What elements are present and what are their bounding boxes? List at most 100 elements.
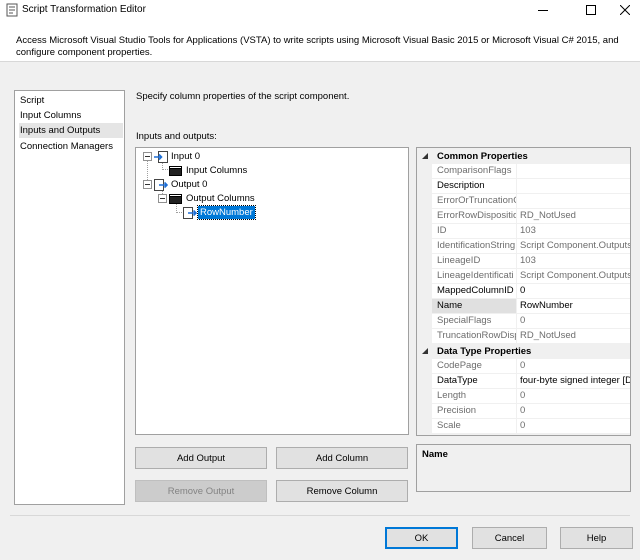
minimize-button[interactable] [523, 0, 563, 20]
property-name[interactable]: SpecialFlags [432, 314, 517, 329]
property-name[interactable]: Length [432, 389, 517, 404]
add-column-button[interactable]: Add Column [276, 447, 408, 469]
property-value[interactable]: RowNumber [517, 299, 630, 314]
collapse-icon[interactable] [158, 194, 167, 203]
property-name[interactable]: Name [432, 299, 517, 314]
columns-folder-icon [169, 194, 182, 204]
property-value[interactable]: 0 [517, 389, 630, 404]
property-row[interactable]: CodePage 0 [432, 359, 630, 374]
property-row[interactable]: IdentificationString Script Component.Out… [432, 239, 630, 254]
header-panel: Access Microsoft Visual Studio Tools for… [0, 20, 640, 62]
property-row[interactable]: SpecialFlags 0 [432, 314, 630, 329]
tree-node-input-0[interactable]: Input 0 [169, 150, 202, 163]
property-name[interactable]: Scale [432, 419, 517, 434]
inputs-outputs-label: Inputs and outputs: [136, 131, 217, 142]
property-value[interactable] [517, 179, 630, 194]
property-name[interactable]: TruncationRowDisp [432, 329, 517, 344]
nav-item-script[interactable]: Script [19, 93, 123, 108]
collapse-icon[interactable] [143, 180, 152, 189]
property-name[interactable]: Description [432, 179, 517, 194]
property-row[interactable]: LineageIdentificati Script Component.Outp… [432, 269, 630, 284]
property-value[interactable]: 0 [517, 404, 630, 419]
property-value[interactable]: 0 [517, 284, 630, 299]
property-value[interactable] [517, 194, 630, 209]
property-row[interactable]: DataTypefour-byte signed integer [DT_I4] [432, 374, 630, 389]
columns-folder-icon [169, 166, 182, 176]
property-row[interactable]: Description [432, 179, 630, 194]
collapse-icon[interactable] [421, 347, 429, 355]
window-title: Script Transformation Editor [22, 4, 146, 15]
tree-node-input-columns[interactable]: Input Columns [184, 164, 249, 177]
property-value[interactable]: 103 [517, 224, 630, 239]
property-value[interactable]: 0 [517, 419, 630, 434]
tree-node-output-columns[interactable]: Output Columns [184, 192, 257, 205]
close-icon [619, 5, 630, 15]
property-name[interactable]: LineageIdentificati [432, 269, 517, 284]
remove-output-button[interactable]: Remove Output [135, 480, 267, 502]
property-description-title: Name [422, 449, 448, 460]
property-row[interactable]: Scale 0 [432, 419, 630, 434]
property-value[interactable] [517, 164, 630, 179]
property-value[interactable]: four-byte signed integer [DT_I4] [517, 374, 630, 389]
property-description-panel: Name [416, 444, 631, 492]
property-name[interactable]: IdentificationString [432, 239, 517, 254]
property-row[interactable]: ErrorRowDispositio RD_NotUsed [432, 209, 630, 224]
nav-item-connection-managers[interactable]: Connection Managers [19, 139, 123, 154]
property-row[interactable]: ErrorOrTruncationO [432, 194, 630, 209]
property-name[interactable]: LineageID [432, 254, 517, 269]
property-row[interactable]: ID 103 [432, 224, 630, 239]
collapse-icon[interactable] [143, 152, 152, 161]
footer-separator [10, 515, 630, 516]
property-row[interactable]: MappedColumnID 0 [432, 284, 630, 299]
output-icon [154, 179, 168, 191]
cancel-button[interactable]: Cancel [472, 527, 547, 549]
property-name[interactable]: ID [432, 224, 517, 239]
inputs-outputs-tree[interactable]: Input 0 Input Columns Output 0 Output Co… [135, 147, 409, 435]
property-value[interactable]: Script Component.Outputs [517, 239, 630, 254]
property-row[interactable]: Precision 0 [432, 404, 630, 419]
property-row[interactable]: Length 0 [432, 389, 630, 404]
ok-button[interactable]: OK [385, 527, 458, 549]
property-row[interactable]: ComparisonFlags [432, 164, 630, 179]
help-button[interactable]: Help [560, 527, 633, 549]
property-row[interactable]: TruncationRowDisp RD_NotUsed [432, 329, 630, 344]
category-label: Common Properties [437, 151, 528, 162]
property-row[interactable]: Name RowNumber [432, 299, 630, 314]
input-icon [154, 151, 168, 163]
add-output-button[interactable]: Add Output [135, 447, 267, 469]
category-label: Data Type Properties [437, 346, 532, 357]
nav-item-inputs-and-outputs[interactable]: Inputs and Outputs [19, 123, 123, 138]
property-category-datatype[interactable]: Data Type Properties [417, 344, 630, 359]
property-category-common[interactable]: Common Properties [417, 149, 630, 164]
property-name[interactable]: ErrorRowDispositio [432, 209, 517, 224]
property-value[interactable]: 103 [517, 254, 630, 269]
property-name[interactable]: Precision [432, 404, 517, 419]
property-value[interactable]: Script Component.Outputs [517, 269, 630, 284]
property-name[interactable]: CodePage [432, 359, 517, 374]
page-navigation-list: Script Input Columns Inputs and Outputs … [14, 90, 125, 505]
remove-column-button[interactable]: Remove Column [276, 480, 408, 502]
title-bar: Script Transformation Editor [0, 0, 640, 20]
tree-node-output-0[interactable]: Output 0 [169, 178, 209, 191]
property-name[interactable]: ComparisonFlags [432, 164, 517, 179]
property-row[interactable]: LineageID 103 [432, 254, 630, 269]
header-description: Access Microsoft Visual Studio Tools for… [16, 35, 619, 58]
nav-item-input-columns[interactable]: Input Columns [19, 108, 123, 123]
tree-node-rownumber[interactable]: RowNumber [197, 205, 256, 220]
property-value[interactable]: RD_NotUsed [517, 209, 630, 224]
property-grid[interactable]: Common Properties ComparisonFlags Descrip… [416, 147, 631, 436]
page-description: Specify column properties of the script … [136, 91, 350, 102]
property-value[interactable]: RD_NotUsed [517, 329, 630, 344]
maximize-button[interactable] [571, 0, 611, 20]
maximize-icon [586, 5, 596, 15]
property-name[interactable]: MappedColumnID [432, 284, 517, 299]
script-editor-icon [6, 3, 18, 17]
property-name[interactable]: DataType [432, 374, 517, 389]
close-button[interactable] [609, 0, 640, 20]
minimize-icon [538, 10, 548, 11]
column-icon [183, 207, 197, 219]
property-value[interactable]: 0 [517, 314, 630, 329]
property-name[interactable]: ErrorOrTruncationO [432, 194, 517, 209]
collapse-icon[interactable] [421, 152, 429, 160]
property-value[interactable]: 0 [517, 359, 630, 374]
